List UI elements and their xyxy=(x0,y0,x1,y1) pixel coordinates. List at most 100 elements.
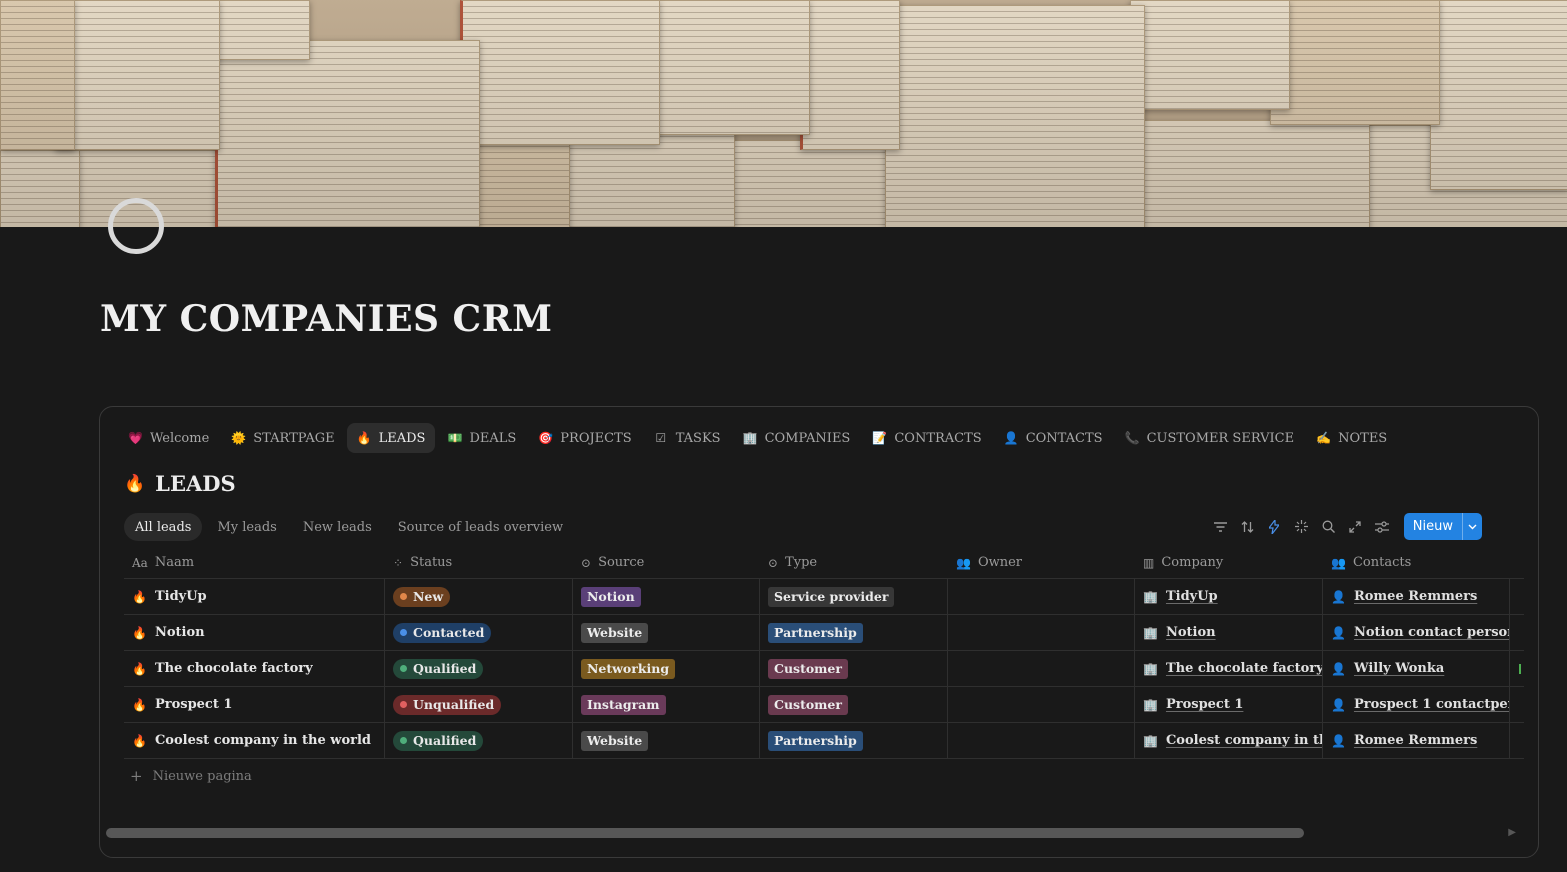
tab-projects[interactable]: 🎯 PROJECTS xyxy=(528,423,641,453)
cell-source[interactable]: Networking xyxy=(573,651,760,686)
status-badge[interactable]: Contacted xyxy=(393,622,492,643)
lead-name[interactable]: Prospect 1 xyxy=(155,697,232,712)
tab-leads[interactable]: 🔥 LEADS xyxy=(346,423,436,453)
cell-company[interactable]: 🏢 The chocolate factory xyxy=(1135,651,1323,686)
company-link[interactable]: Notion xyxy=(1166,625,1216,640)
cell-naam[interactable]: 🔥 Coolest company in the world xyxy=(124,723,385,758)
column-header-naam[interactable]: Aa Naam xyxy=(124,547,385,578)
type-tag[interactable]: Partnership xyxy=(768,730,863,751)
cell-company[interactable]: 🏢 TidyUp xyxy=(1135,579,1323,614)
contact-link[interactable]: Romee Remmers xyxy=(1354,733,1477,748)
view-tab-all-leads[interactable]: All leads xyxy=(124,513,203,541)
cell-status[interactable]: Qualified xyxy=(385,651,573,686)
source-tag[interactable]: Networking xyxy=(581,658,676,679)
cell-source[interactable]: Instagram xyxy=(573,687,760,722)
cell-owner[interactable] xyxy=(948,723,1135,758)
cell-source[interactable]: Website xyxy=(573,723,760,758)
tab-contracts[interactable]: 📝 CONTRACTS xyxy=(862,423,991,453)
tab-companies[interactable]: 🏢 COMPANIES xyxy=(733,423,861,453)
cell-contacts[interactable]: 👤 Romee Remmers xyxy=(1323,579,1510,614)
column-header-owner[interactable]: 👥 Owner xyxy=(948,547,1135,578)
status-badge[interactable]: Qualified xyxy=(393,658,484,679)
cell-source[interactable]: Notion xyxy=(573,579,760,614)
cell-type[interactable]: Partnership xyxy=(760,723,948,758)
cell-naam[interactable]: 🔥 Notion xyxy=(124,615,385,650)
cell-type[interactable]: Service provider xyxy=(760,579,948,614)
tab-startpage[interactable]: 🌞 STARTPAGE xyxy=(221,423,344,453)
table-row[interactable]: 🔥 Notion Contacted Website Partnership 🏢 N… xyxy=(124,615,1524,651)
automation-icon[interactable] xyxy=(1265,517,1284,536)
cell-naam[interactable]: 🔥 TidyUp xyxy=(124,579,385,614)
tab-contacts[interactable]: 👤 CONTACTS xyxy=(994,423,1113,453)
cell-type[interactable]: Partnership xyxy=(760,615,948,650)
cell-contacts[interactable]: 👤 Prospect 1 contactperson xyxy=(1323,687,1510,722)
column-header-contacts[interactable]: 👥 Contacts xyxy=(1323,547,1510,578)
horizontal-scrollbar[interactable]: ◀ ▶ xyxy=(100,825,1538,839)
cell-company[interactable]: 🏢 Coolest company in the wor xyxy=(1135,723,1323,758)
cell-naam[interactable]: 🔥 Prospect 1 xyxy=(124,687,385,722)
sort-icon[interactable] xyxy=(1238,517,1257,536)
view-tab-my-leads[interactable]: My leads xyxy=(206,513,287,541)
column-header-type[interactable]: ⊙ Type xyxy=(760,547,948,578)
chevron-down-icon[interactable] xyxy=(1462,513,1482,540)
expand-icon[interactable] xyxy=(1346,517,1365,536)
contact-link[interactable]: Prospect 1 contactperson xyxy=(1354,697,1509,712)
source-tag[interactable]: Instagram xyxy=(581,694,666,715)
column-header-status[interactable]: ⁘ Status xyxy=(385,547,573,578)
company-link[interactable]: Prospect 1 xyxy=(1166,697,1243,712)
lead-name[interactable]: The chocolate factory xyxy=(155,661,313,676)
cell-naam[interactable]: 🔥 The chocolate factory xyxy=(124,651,385,686)
company-link[interactable]: TidyUp xyxy=(1166,589,1218,604)
cell-owner[interactable] xyxy=(948,687,1135,722)
source-tag[interactable]: Notion xyxy=(581,586,641,607)
cell-status[interactable]: Contacted xyxy=(385,615,573,650)
column-header-source[interactable]: ⊙ Source xyxy=(573,547,760,578)
scroll-right-icon[interactable]: ▶ xyxy=(1508,827,1516,838)
source-tag[interactable]: Website xyxy=(581,730,649,751)
table-row[interactable]: 🔥 Coolest company in the world Qualified … xyxy=(124,723,1524,759)
scrollbar-thumb[interactable] xyxy=(106,828,1304,838)
contact-link[interactable]: Romee Remmers xyxy=(1354,589,1477,604)
sparkle-icon[interactable] xyxy=(1292,517,1311,536)
cell-contacts[interactable]: 👤 Notion contact person xyxy=(1323,615,1510,650)
table-row[interactable]: 🔥 The chocolate factory Qualified Network… xyxy=(124,651,1524,687)
new-page-row[interactable]: + Nieuwe pagina xyxy=(130,767,252,785)
table-row[interactable]: 🔥 TidyUp New Notion Service provider 🏢 Tid… xyxy=(124,579,1524,615)
view-tab-source-of-leads-overview[interactable]: Source of leads overview xyxy=(387,513,574,541)
type-tag[interactable]: Customer xyxy=(768,658,848,679)
table-row[interactable]: 🔥 Prospect 1 Unqualified Instagram Custom… xyxy=(124,687,1524,723)
type-tag[interactable]: Customer xyxy=(768,694,848,715)
settings-sliders-icon[interactable] xyxy=(1373,517,1392,536)
new-button-label[interactable]: Nieuw xyxy=(1404,513,1462,540)
search-icon[interactable] xyxy=(1319,517,1338,536)
cell-company[interactable]: 🏢 Prospect 1 xyxy=(1135,687,1323,722)
cell-contacts[interactable]: 👤 Willy Wonka xyxy=(1323,651,1510,686)
cell-status[interactable]: Unqualified xyxy=(385,687,573,722)
new-button[interactable]: Nieuw xyxy=(1403,513,1482,540)
cell-status[interactable]: New xyxy=(385,579,573,614)
tab-tasks[interactable]: ☑ TASKS xyxy=(644,423,731,453)
cell-source[interactable]: Website xyxy=(573,615,760,650)
type-tag[interactable]: Service provider xyxy=(768,586,895,607)
contact-link[interactable]: Willy Wonka xyxy=(1354,661,1444,676)
cell-status[interactable]: Qualified xyxy=(385,723,573,758)
lead-name[interactable]: Coolest company in the world xyxy=(155,733,371,748)
contact-link[interactable]: Notion contact person xyxy=(1354,625,1509,640)
page-icon[interactable] xyxy=(108,198,164,254)
source-tag[interactable]: Website xyxy=(581,622,649,643)
cell-type[interactable]: Customer xyxy=(760,651,948,686)
cell-contacts[interactable]: 👤 Romee Remmers xyxy=(1323,723,1510,758)
cell-owner[interactable] xyxy=(948,615,1135,650)
column-header-company[interactable]: ▥ Company xyxy=(1135,547,1323,578)
company-link[interactable]: Coolest company in the wor xyxy=(1166,733,1322,748)
tab-customer-service[interactable]: 📞 CUSTOMER SERVICE xyxy=(1115,423,1305,453)
cell-company[interactable]: 🏢 Notion xyxy=(1135,615,1323,650)
type-tag[interactable]: Partnership xyxy=(768,622,863,643)
view-tab-new-leads[interactable]: New leads xyxy=(292,513,383,541)
status-badge[interactable]: Unqualified xyxy=(393,694,502,715)
status-badge[interactable]: Qualified xyxy=(393,730,484,751)
cell-owner[interactable] xyxy=(948,579,1135,614)
cell-owner[interactable] xyxy=(948,651,1135,686)
lead-name[interactable]: Notion xyxy=(155,625,205,640)
lead-name[interactable]: TidyUp xyxy=(155,589,207,604)
